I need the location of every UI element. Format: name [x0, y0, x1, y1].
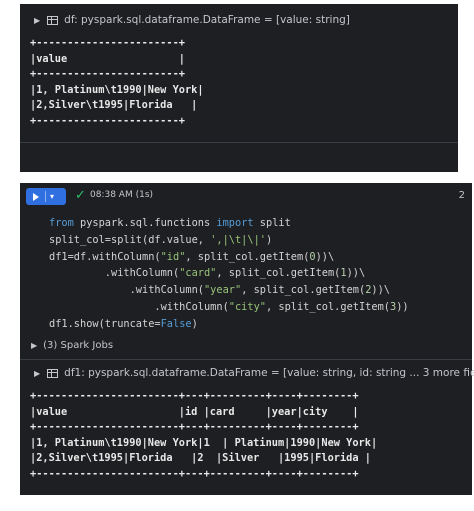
code-token: from: [49, 217, 74, 229]
show-output-table: +-----------------------+---+---------+-…: [30, 390, 378, 480]
dataframe-schema-label: df: pyspark.sql.dataframe.DataFrame = [v…: [64, 14, 350, 26]
cell-divider: [20, 142, 458, 143]
code-line: .withColumn("city", split_col.getItem(3)…: [49, 299, 409, 316]
code-token: pyspark.sql.functions: [73, 217, 217, 229]
table-icon: [47, 15, 59, 25]
cell-number: 2: [458, 190, 465, 201]
code-token: "city": [228, 300, 266, 313]
code-line: split_col=split(df.value, ',|\t|\|'): [49, 232, 409, 249]
output-cell-1: ▶ df: pyspark.sql.dataframe.DataFrame = …: [20, 4, 458, 172]
code-token: ))\: [371, 284, 390, 297]
expand-caret-icon[interactable]: ▶: [34, 16, 40, 25]
chevron-down-icon[interactable]: ▾: [50, 192, 54, 201]
code-token: .withColumn(: [49, 267, 180, 280]
dataframe-schema-toggle[interactable]: ▶ df1: pyspark.sql.dataframe.DataFrame =…: [34, 367, 474, 379]
code-token: .withColumn(: [49, 284, 204, 297]
code-token: , split_col.getItem(: [265, 300, 390, 313]
show-output-text: +-----------------------+ |value | +----…: [30, 37, 204, 127]
table-icon: [47, 368, 59, 378]
expand-caret-icon[interactable]: ▶: [31, 341, 37, 350]
code-token: df1=df.withColumn(: [49, 250, 161, 263]
code-token: "year": [203, 284, 242, 297]
run-cell-button[interactable]: ▾: [26, 188, 66, 205]
dataframe-schema-label: df1: pyspark.sql.dataframe.DataFrame = […: [64, 367, 474, 379]
code-token: , split_col.getItem(: [185, 250, 310, 263]
code-token: df1.show(truncate=: [49, 317, 161, 330]
code-line: .withColumn("card", split_col.getItem(1)…: [49, 265, 409, 282]
dataframe-schema-toggle[interactable]: ▶ df: pyspark.sql.dataframe.DataFrame = …: [34, 14, 350, 26]
code-line: from pyspark.sql.functions import split: [49, 215, 409, 232]
cell-divider: [20, 359, 472, 360]
code-token: split: [253, 217, 291, 229]
code-line: df1.show(truncate=False): [49, 316, 409, 333]
code-editor[interactable]: from pyspark.sql.functions import split s…: [49, 215, 409, 333]
code-cell-2: ▾ ✓ 08:38 AM (1s) 2 from pyspark.sql.fun…: [20, 183, 474, 495]
execution-time: 08:38 AM (1s): [90, 190, 154, 200]
code-token: ))\: [315, 250, 335, 263]
code-token: , split_col.getItem(: [216, 267, 341, 280]
spark-jobs-label: (3) Spark Jobs: [43, 340, 114, 351]
expand-caret-icon[interactable]: ▶: [34, 369, 40, 378]
code-token: False: [160, 317, 192, 330]
code-token: split_col=split(df.value,: [49, 233, 211, 246]
code-token: ): [265, 233, 273, 246]
code-token: .withColumn(: [49, 300, 229, 313]
code-token: ',|\t|\|': [210, 233, 266, 246]
play-icon: [33, 192, 39, 201]
code-token: ): [191, 317, 198, 330]
code-token: )): [396, 300, 409, 313]
code-token: "card": [179, 267, 217, 280]
code-line: df1=df.withColumn("id", split_col.getIte…: [49, 249, 409, 266]
success-check-icon: ✓: [75, 188, 86, 203]
code-token: , split_col.getItem(: [241, 284, 366, 297]
cell-toolbar: ▾ ✓ 08:38 AM (1s) 2: [20, 183, 472, 209]
spark-jobs-toggle[interactable]: ▶ (3) Spark Jobs: [31, 340, 113, 351]
button-separator: [45, 191, 46, 202]
code-token: import: [216, 217, 254, 229]
code-token: ))\: [346, 267, 366, 280]
code-token: "id": [160, 250, 186, 263]
code-line: .withColumn("year", split_col.getItem(2)…: [49, 282, 409, 299]
